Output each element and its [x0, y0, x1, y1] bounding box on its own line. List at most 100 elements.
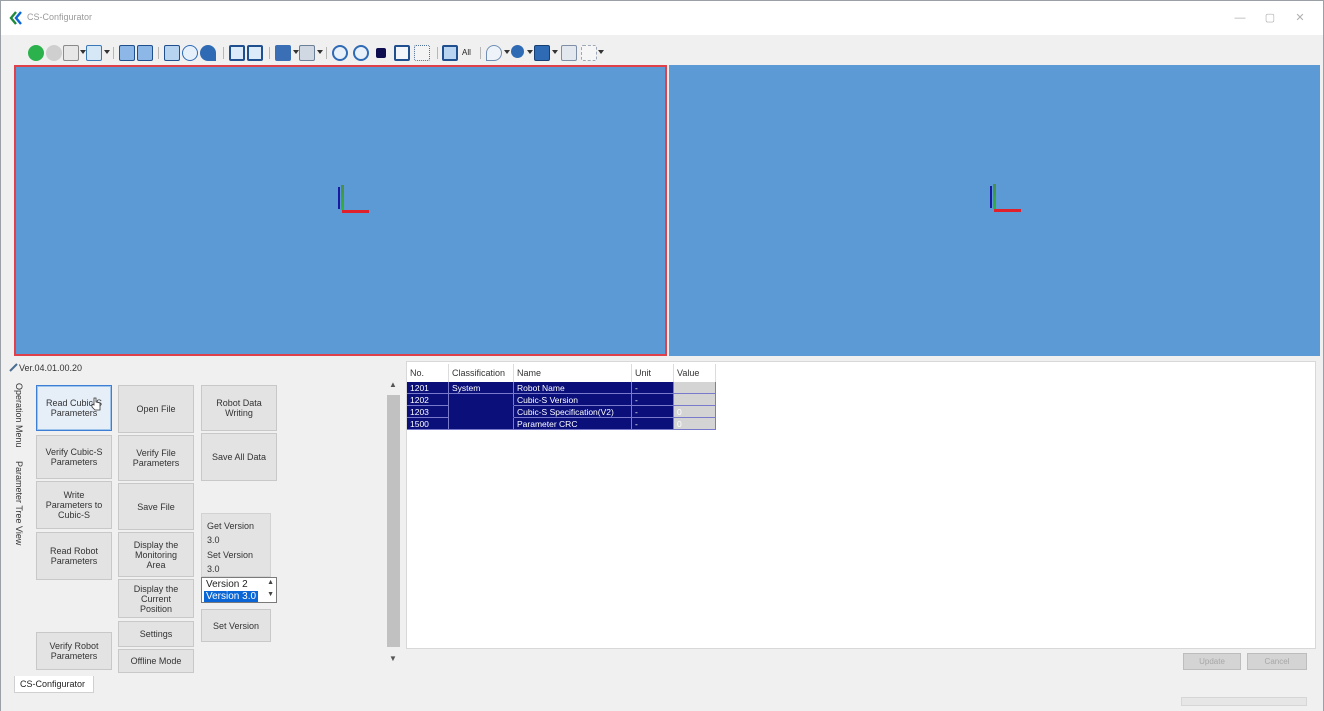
verify-robot-parameters-button[interactable]: Verify Robot Parameters	[36, 632, 112, 670]
maximize-button[interactable]: ▢	[1257, 9, 1283, 27]
select-icon[interactable]	[486, 45, 502, 61]
view-back-icon[interactable]	[137, 45, 153, 61]
scroll-up-icon[interactable]: ▲	[267, 579, 274, 586]
scroll-up-icon[interactable]: ▲	[389, 380, 397, 389]
frame-icon[interactable]	[86, 45, 102, 61]
minimize-button[interactable]: —	[1227, 9, 1253, 27]
read-robot-parameters-button[interactable]: Read Robot Parameters	[36, 532, 112, 580]
cell-value[interactable]: 0	[674, 418, 716, 430]
column-header-no[interactable]: No.	[407, 364, 449, 382]
cancel-button[interactable]: Cancel	[1247, 653, 1307, 670]
table-icon[interactable]	[534, 45, 550, 61]
cell-classification[interactable]	[449, 418, 514, 430]
robot-data-writing-button[interactable]: Robot Data Writing	[201, 385, 277, 431]
cell-classification[interactable]: System	[449, 382, 514, 394]
settings-button[interactable]: Settings	[118, 621, 194, 647]
cell-name[interactable]: Cubic-S Specification(V2)	[514, 406, 632, 418]
cell-name[interactable]: Parameter CRC	[514, 418, 632, 430]
cell-value[interactable]	[674, 394, 716, 406]
close-button[interactable]: ✕	[1287, 9, 1313, 27]
cell-unit[interactable]: -	[632, 418, 674, 430]
version-option[interactable]: Version 2	[204, 579, 250, 590]
get-version-label: Get Version	[207, 521, 255, 531]
cell-value[interactable]	[674, 382, 716, 394]
save-all-data-button[interactable]: Save All Data	[201, 433, 277, 481]
viewport-right[interactable]	[669, 65, 1320, 356]
dotted-grid-icon[interactable]	[414, 45, 430, 61]
scrollbar-thumb[interactable]	[387, 395, 400, 647]
save-icon[interactable]	[275, 45, 291, 61]
view-front-icon[interactable]	[119, 45, 135, 61]
cell-value[interactable]: 0	[674, 406, 716, 418]
grid-horizontal-scrollbar[interactable]	[406, 649, 1316, 660]
table-row[interactable]: 1500 Parameter CRC - 0	[407, 418, 721, 430]
zoom-icon[interactable]	[511, 45, 524, 58]
open-file-button[interactable]: Open File	[118, 385, 194, 433]
cell-unit[interactable]: -	[632, 382, 674, 394]
view-right-icon[interactable]	[200, 45, 216, 61]
all-label[interactable]: All	[462, 48, 471, 57]
viewport-left[interactable]	[14, 65, 667, 356]
column-header-name[interactable]: Name	[514, 364, 632, 382]
cell-unit[interactable]: -	[632, 406, 674, 418]
pointer-dropdown-icon[interactable]	[598, 50, 604, 54]
all-icon[interactable]	[442, 45, 458, 61]
toolbar-separator	[480, 47, 481, 59]
scroll-down-icon[interactable]: ▼	[267, 591, 274, 598]
cell-name[interactable]: Cubic-S Version	[514, 394, 632, 406]
zoom-dropdown-icon[interactable]	[527, 50, 533, 54]
version-option-selected[interactable]: Version 3.0	[204, 591, 259, 602]
cell-no[interactable]: 1201	[407, 382, 449, 394]
camera-icon[interactable]	[299, 45, 315, 61]
cell-name[interactable]: Robot Name	[514, 382, 632, 394]
grid-icon[interactable]	[394, 45, 410, 61]
window-1-icon[interactable]	[229, 45, 245, 61]
set-version-button[interactable]: Set Version	[201, 609, 271, 642]
save-file-button[interactable]: Save File	[118, 483, 194, 530]
verify-cubic-s-parameters-button[interactable]: Verify Cubic-S Parameters	[36, 435, 112, 479]
update-button[interactable]: Update	[1183, 653, 1241, 670]
solid-icon[interactable]	[376, 48, 386, 58]
cell-no[interactable]: 1203	[407, 406, 449, 418]
cell-classification[interactable]	[449, 406, 514, 418]
verify-file-parameters-button[interactable]: Verify File Parameters	[118, 435, 194, 481]
cell-classification[interactable]	[449, 394, 514, 406]
window-2-icon[interactable]	[247, 45, 263, 61]
screen-icon[interactable]	[561, 45, 577, 61]
column-header-unit[interactable]: Unit	[632, 364, 674, 382]
status-progress-bar	[1181, 697, 1307, 706]
write-parameters-button[interactable]: Write Parameters to Cubic-S	[36, 481, 112, 529]
table-row[interactable]: 1203 Cubic-S Specification(V2) - 0	[407, 406, 721, 418]
cell-no[interactable]: 1202	[407, 394, 449, 406]
tab-parameter-tree-view[interactable]: Parameter Tree View	[14, 461, 24, 545]
frame-dropdown-icon[interactable]	[104, 50, 110, 54]
display-monitoring-area-button[interactable]: Display the Monitoring Area	[118, 532, 194, 577]
select-dropdown-icon[interactable]	[504, 50, 510, 54]
view-top-icon[interactable]	[164, 45, 180, 61]
tab-operation-menu[interactable]: Operation Menu	[14, 383, 24, 448]
tab-cs-configurator[interactable]: CS-Configurator	[14, 676, 94, 693]
toolbar-separator	[437, 47, 438, 59]
scroll-down-icon[interactable]: ▼	[389, 654, 397, 663]
version-select-list[interactable]: Version 2 Version 3.0 ▲ ▼	[201, 577, 277, 603]
set-version-value: 3.0	[207, 564, 220, 574]
pan-icon[interactable]	[353, 45, 369, 61]
cell-no[interactable]: 1500	[407, 418, 449, 430]
offline-mode-button[interactable]: Offline Mode	[118, 649, 194, 673]
cell-unit[interactable]: -	[632, 394, 674, 406]
rotate-icon[interactable]	[332, 45, 348, 61]
pointer-icon[interactable]	[581, 45, 597, 61]
home-icon[interactable]	[63, 45, 79, 61]
view-left-icon[interactable]	[182, 45, 198, 61]
go-icon[interactable]	[28, 45, 44, 61]
camera-dropdown-icon[interactable]	[317, 50, 323, 54]
display-current-position-button[interactable]: Display the Current Position	[118, 579, 194, 618]
column-header-classification[interactable]: Classification	[449, 364, 514, 382]
stop-icon[interactable]	[46, 45, 62, 61]
y-axis-indicator	[993, 184, 996, 209]
table-row[interactable]: 1201 System Robot Name -	[407, 382, 721, 394]
toolbar-separator	[223, 47, 224, 59]
table-row[interactable]: 1202 Cubic-S Version -	[407, 394, 721, 406]
table-dropdown-icon[interactable]	[552, 50, 558, 54]
column-header-value[interactable]: Value	[674, 364, 716, 382]
